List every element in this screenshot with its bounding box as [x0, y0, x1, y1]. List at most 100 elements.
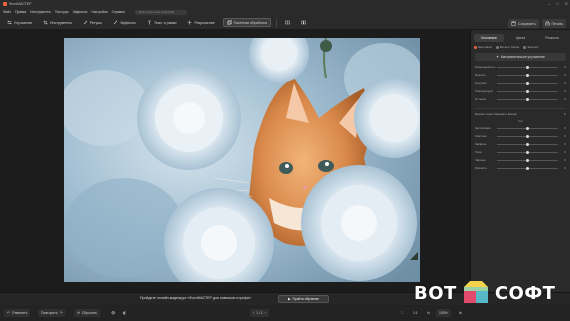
slider-thumb[interactable]: [526, 135, 529, 138]
slider-row: Контраст 0: [475, 81, 566, 89]
toolbar-improvements[interactable]: Улучшения: [4, 18, 35, 27]
slider-track[interactable]: [497, 143, 558, 146]
slider-track[interactable]: [497, 66, 558, 69]
slider-thumb[interactable]: [526, 66, 529, 69]
watermark-box-icon: [463, 281, 488, 303]
slider-thumb[interactable]: [526, 98, 529, 101]
prev-page-icon[interactable]: ‹: [253, 311, 254, 315]
slider-thumb[interactable]: [526, 82, 529, 85]
toolbar-retouch[interactable]: Ретушь: [80, 18, 105, 27]
slider-label: Светлые: [475, 134, 487, 138]
eyedropper-icon[interactable]: ✎: [564, 112, 566, 116]
slider-thumb[interactable]: [526, 143, 529, 146]
next-page-icon[interactable]: ›: [265, 311, 266, 315]
zoom-out-icon[interactable]: ⊖: [424, 309, 433, 317]
crop-icon: [43, 20, 48, 25]
white-balance-row: Баланс через Замерить Белый ✎: [475, 112, 566, 116]
menu-tools[interactable]: Инструменты: [30, 10, 51, 14]
close-button[interactable]: ✕: [565, 1, 568, 6]
slider-thumb[interactable]: [526, 151, 529, 154]
quick-search-field[interactable]: ⌕ Быстрый поиск действий: [134, 9, 187, 15]
minimize-button[interactable]: –: [548, 1, 550, 6]
start-course-label: Пройти обучение: [292, 297, 320, 301]
page-navigator[interactable]: ‹ 1 / 1 ›: [250, 309, 269, 317]
slider-thumb[interactable]: [526, 90, 529, 93]
toolbar-resolution[interactable]: Разрешение: [184, 18, 217, 27]
slider-label: Яркость: [475, 73, 486, 77]
print-label: Печать: [551, 21, 563, 26]
save-label: Сохранить: [518, 21, 536, 26]
zoom-in-icon[interactable]: ⊕: [456, 309, 465, 317]
zoom-level[interactable]: 100%: [436, 309, 451, 317]
slider-track[interactable]: [497, 74, 558, 77]
slider-thumb[interactable]: [526, 127, 529, 130]
save-button[interactable]: Сохранить: [508, 19, 539, 28]
slider-value: 0: [564, 142, 566, 146]
panel-divider: [475, 108, 566, 109]
slider-track[interactable]: [497, 90, 558, 93]
magic-icon: ✦: [496, 55, 499, 59]
chip-color[interactable]: Цветовой: [474, 45, 492, 49]
print-button[interactable]: Печать: [541, 19, 566, 28]
main-toolbar: Улучшения Инструменты Ретушь Эффекты Тек…: [0, 16, 570, 30]
menu-file[interactable]: Файл: [3, 10, 11, 14]
slider-track[interactable]: [497, 159, 558, 162]
slider-track[interactable]: [497, 127, 558, 130]
save-icon: [511, 21, 516, 26]
toolbar-text-frames[interactable]: Текст и рамки: [144, 18, 180, 27]
slider-label: Засветы: [475, 142, 487, 146]
slider-track[interactable]: [497, 82, 558, 85]
tab-main[interactable]: Основные: [474, 34, 504, 42]
menu-help[interactable]: Справка: [112, 10, 125, 14]
redo-label: Повторить: [41, 311, 58, 315]
toolbar-batch-processing[interactable]: Пакетная обработка: [222, 18, 271, 27]
auto-enhance-button[interactable]: ✦ Автоматическое улучшение: [475, 53, 566, 61]
chip-export[interactable]: Экспорт: [523, 45, 539, 49]
radio-dot: [495, 45, 499, 49]
slider-label: Резкость: [475, 166, 487, 170]
slider-track[interactable]: [497, 151, 558, 154]
slider-track[interactable]: [497, 135, 558, 138]
menu-texture[interactable]: Текстура: [55, 10, 69, 14]
compare-button[interactable]: [282, 18, 293, 27]
plus-icon: [187, 20, 192, 25]
slider-value: 0: [564, 65, 566, 69]
slider-track[interactable]: [497, 98, 558, 101]
toolbar-effects[interactable]: Эффекты: [110, 18, 139, 27]
chip-filter[interactable]: Фильтр бокса: [495, 45, 519, 49]
tab-sharpness[interactable]: Резкость: [537, 34, 567, 42]
slider-thumb[interactable]: [526, 74, 529, 77]
start-course-button[interactable]: ▶ Пройти обучение: [278, 295, 329, 303]
tab-colors[interactable]: Цвета: [506, 34, 536, 42]
before-after-icon[interactable]: ◧: [120, 309, 129, 317]
app-logo-icon: [3, 2, 7, 6]
slider-row: Засветы 0: [475, 142, 566, 150]
menu-effects[interactable]: Эффекты: [72, 10, 87, 14]
slider-thumb[interactable]: [526, 167, 529, 170]
menu-bar: Файл Правка Инструменты Текстура Эффекты…: [0, 8, 570, 16]
slider-thumb[interactable]: [526, 159, 529, 162]
toolbar-tools[interactable]: Инструменты: [40, 18, 75, 27]
radio-dot: [523, 45, 527, 49]
menu-edit[interactable]: Правка: [15, 10, 26, 14]
reset-button[interactable]: ⟲ Сбросить: [74, 309, 100, 317]
stack-icon: [226, 20, 232, 25]
kitten-photo[interactable]: [64, 38, 420, 282]
fit-screen-icon[interactable]: ⛶: [398, 309, 406, 317]
slider-track[interactable]: [497, 167, 558, 170]
slider-group-color: Насыщенность 0 Яркость 0 Контраст 0 Температур…: [471, 65, 570, 105]
slider-value: 0: [564, 158, 566, 162]
brush-icon: [83, 20, 88, 25]
page-indicator: 1 / 1: [256, 311, 263, 315]
slider-row: Насыщенность 0: [475, 65, 566, 73]
slider-row: Чёрные 0: [475, 158, 566, 166]
redo-button[interactable]: Повторить ↷: [38, 309, 66, 317]
preview-eye-icon[interactable]: 👁: [108, 309, 118, 317]
menu-settings[interactable]: Настройки: [91, 10, 107, 14]
maximize-button[interactable]: □: [556, 1, 558, 6]
zoom-one-to-one[interactable]: 1:1: [410, 309, 421, 317]
slider-label: Контраст: [475, 81, 488, 85]
undo-button[interactable]: ↶ Отменить: [4, 309, 31, 317]
text-icon: [147, 20, 151, 25]
split-view-button[interactable]: [298, 18, 309, 27]
